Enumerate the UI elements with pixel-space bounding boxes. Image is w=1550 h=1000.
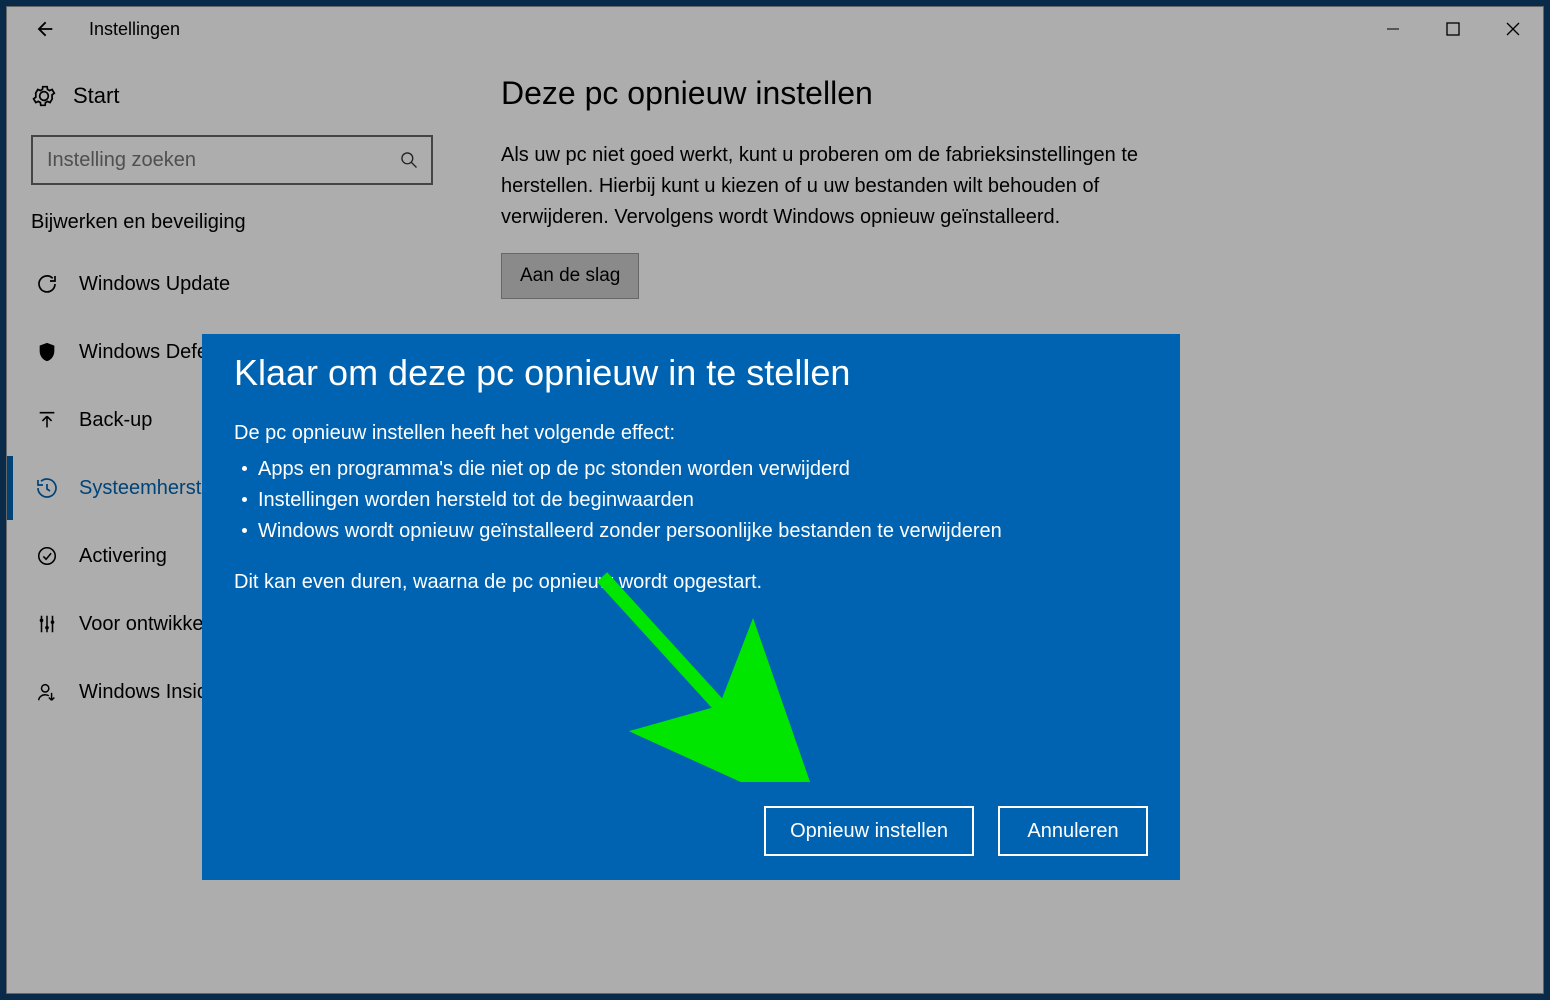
dialog-bullet-item: Apps en programma's die niet op de pc st…: [234, 454, 1148, 485]
dialog-bullet-item: Instellingen worden hersteld tot de begi…: [234, 485, 1148, 516]
reset-confirmation-dialog: Klaar om deze pc opnieuw in te stellen D…: [202, 334, 1180, 880]
dialog-title: Klaar om deze pc opnieuw in te stellen: [234, 352, 1148, 394]
dialog-intro: De pc opnieuw instellen heeft het volgen…: [234, 418, 1148, 448]
cancel-button[interactable]: Annuleren: [998, 806, 1148, 856]
reset-button[interactable]: Opnieuw instellen: [764, 806, 974, 856]
dialog-footnote: Dit kan even duren, waarna de pc opnieuw…: [234, 567, 1148, 597]
dialog-bullet-list: Apps en programma's die niet op de pc st…: [234, 454, 1148, 547]
dialog-bullet-item: Windows wordt opnieuw geïnstalleerd zond…: [234, 516, 1148, 547]
